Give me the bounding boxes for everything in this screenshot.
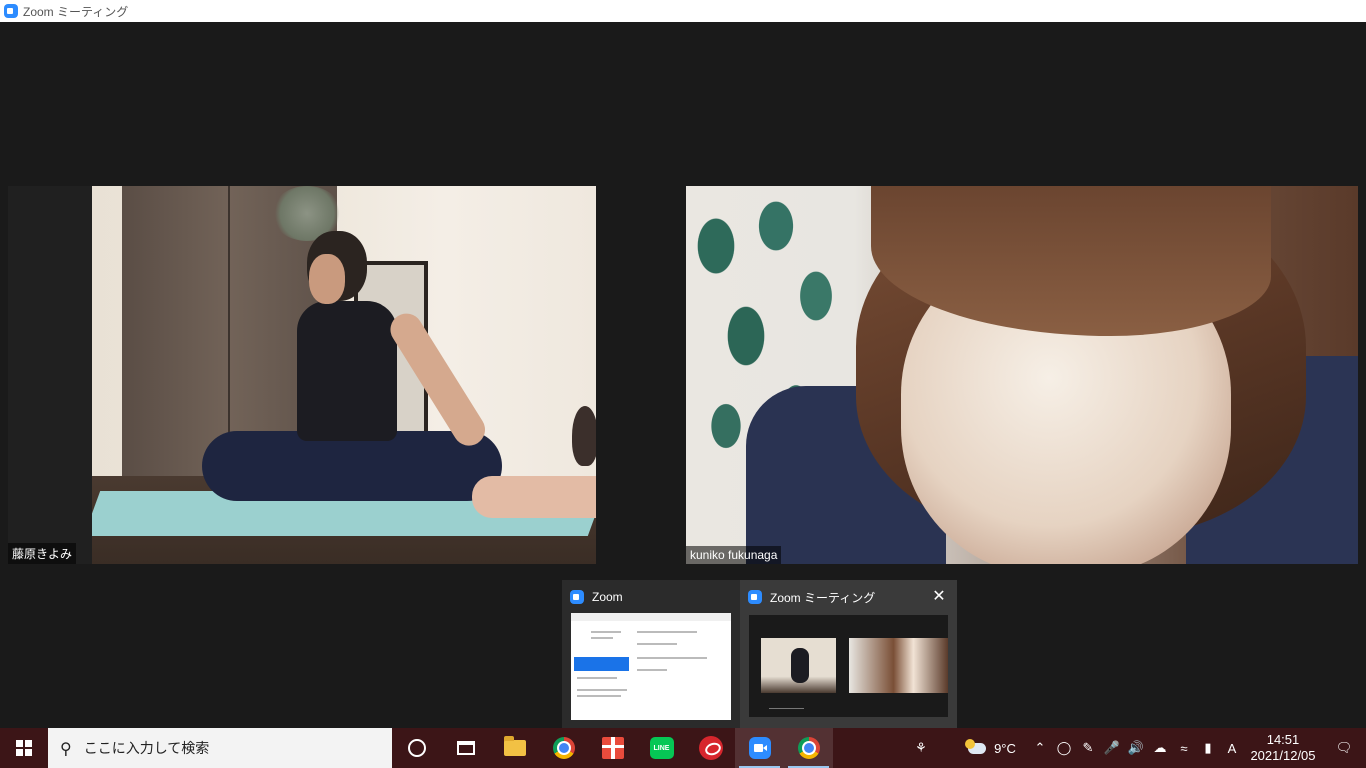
weather-temperature: 9°C	[994, 740, 1016, 756]
system-tray: ⚘ 9°C ⌃ ◯ ✎ 🎤 🔊 ☁ ≈ ▮ A 14:51 2021/12/05…	[906, 728, 1366, 768]
zoom-icon	[4, 4, 18, 18]
zoom-icon	[570, 590, 584, 604]
chevron-up-icon[interactable]: ⌃	[1028, 728, 1052, 768]
trend-micro-icon	[698, 736, 723, 760]
thumbnail-zoom-meeting[interactable]: Zoom ミーティング ✕	[740, 580, 957, 728]
trend-micro-button[interactable]	[686, 728, 735, 768]
file-explorer-button[interactable]	[490, 728, 539, 768]
taskbar: ⚲ ここに入力して検索 LINE ⚘ 9°C ⌃ ◯ ✎ 🎤 🔊 ☁ ≈ ▮ A…	[0, 728, 1366, 768]
task-view-button[interactable]	[441, 728, 490, 768]
chrome-button-2[interactable]	[784, 728, 833, 768]
clock-date: 2021/12/05	[1250, 748, 1316, 763]
onedrive-icon[interactable]: ☁	[1148, 728, 1172, 768]
wifi-icon[interactable]: ≈	[1172, 728, 1196, 768]
clock-time: 14:51	[1266, 732, 1300, 747]
thumbnail-preview	[571, 613, 731, 720]
taskbar-thumbnail-popup: Zoom Zoom ミーティング ✕	[562, 580, 957, 728]
gift-icon	[601, 737, 624, 759]
thumbnail-label: Zoom ミーティング	[770, 590, 876, 605]
microphone-icon[interactable]: 🎤	[1100, 728, 1124, 768]
line-icon: LINE	[649, 737, 674, 759]
notification-icon[interactable]: 🗨	[1322, 728, 1366, 768]
gift-app-button[interactable]	[588, 728, 637, 768]
windows-icon	[16, 740, 32, 756]
participant-name: kuniko fukunaga	[686, 546, 782, 564]
start-button[interactable]	[0, 728, 48, 768]
taskbar-search[interactable]: ⚲ ここに入力して検索	[48, 728, 392, 768]
thumbnail-zoom[interactable]: Zoom	[562, 580, 740, 728]
zoom-icon	[748, 590, 762, 604]
ime-indicator[interactable]: A	[1220, 728, 1244, 768]
chrome-icon	[797, 737, 820, 759]
title-bar: Zoom ミーティング	[0, 0, 1366, 22]
battery-icon[interactable]: ▮	[1196, 728, 1220, 768]
meet-now-icon[interactable]: ◯	[1052, 728, 1076, 768]
task-view-icon	[456, 741, 475, 755]
participant-tile[interactable]: 藤原きよみ	[8, 186, 596, 564]
cortana-icon	[407, 739, 426, 757]
clock[interactable]: 14:51 2021/12/05	[1244, 728, 1322, 768]
participant-tile[interactable]: kuniko fukunaga	[686, 186, 1358, 564]
zoom-taskbar-button[interactable]	[735, 728, 784, 768]
pen-workspace-icon[interactable]: ✎	[1076, 728, 1100, 768]
chrome-icon	[552, 737, 575, 759]
people-icon[interactable]: ⚘	[906, 728, 936, 768]
participant-name: 藤原きよみ	[8, 543, 77, 564]
cortana-button[interactable]	[392, 728, 441, 768]
thumbnail-label: Zoom	[592, 590, 623, 604]
line-button[interactable]: LINE	[637, 728, 686, 768]
participant-video	[92, 186, 596, 564]
search-icon: ⚲	[60, 738, 72, 758]
weather-widget[interactable]: 9°C	[956, 728, 1028, 768]
chrome-button[interactable]	[539, 728, 588, 768]
zoom-icon	[748, 737, 771, 759]
close-icon[interactable]: ✕	[929, 586, 949, 606]
file-explorer-icon	[503, 736, 526, 756]
search-placeholder: ここに入力して検索	[83, 740, 210, 756]
participant-video	[686, 186, 1358, 564]
window-title: Zoom ミーティング	[23, 4, 129, 19]
cloud-icon	[965, 738, 987, 754]
volume-icon[interactable]: 🔊	[1124, 728, 1148, 768]
thumbnail-preview	[749, 615, 948, 717]
